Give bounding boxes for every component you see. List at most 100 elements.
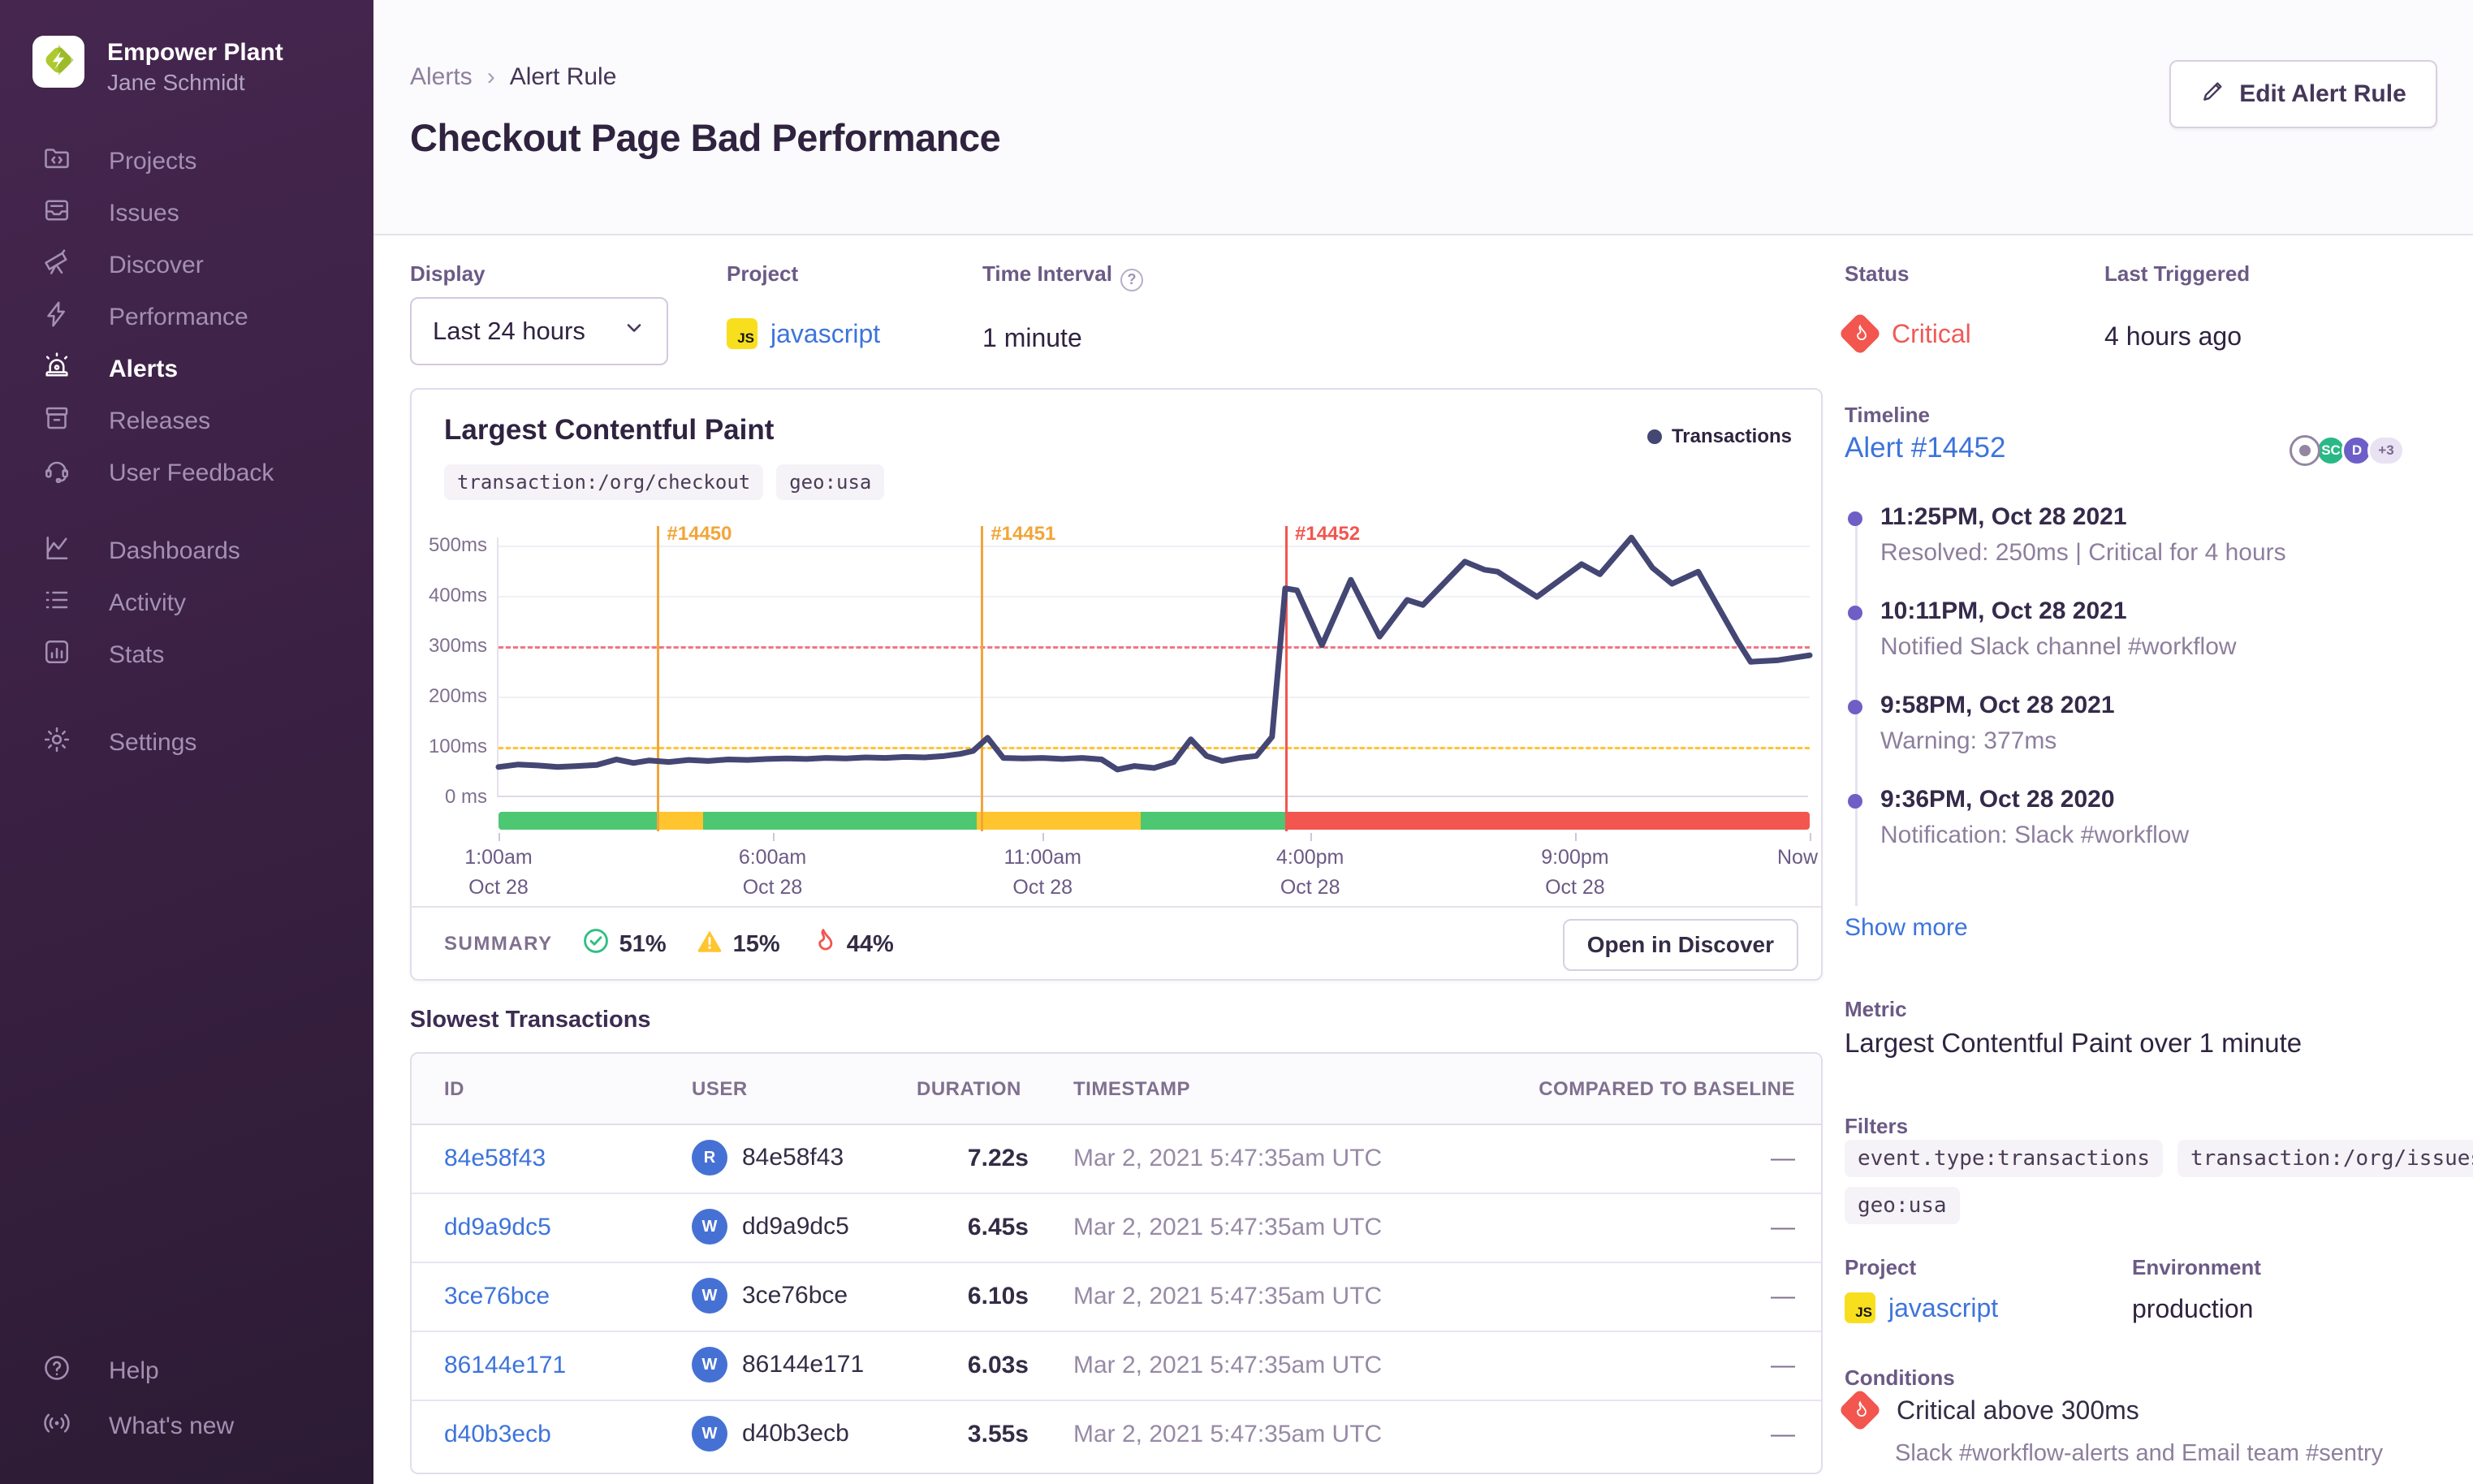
y-axis-tick-label: 300ms: [428, 635, 487, 657]
condition-title: Critical above 300ms: [1897, 1395, 2139, 1425]
timeline-dot-icon: [1848, 606, 1862, 620]
legend-label: Transactions: [1671, 425, 1792, 447]
issues-icon: [42, 196, 71, 231]
table-row[interactable]: 86144e171 W 86144e171 6.03s Mar 2, 2021 5…: [412, 1332, 1821, 1401]
sidebar-item-label: Help: [109, 1357, 159, 1384]
sidebar-item-projects[interactable]: Projects: [0, 138, 373, 185]
chart-title: Largest Contentful Paint: [444, 414, 775, 446]
col-id: ID: [444, 1078, 464, 1100]
sidebar-item-activity[interactable]: Activity: [0, 580, 373, 627]
sidebar-item-dashboards[interactable]: Dashboards: [0, 528, 373, 575]
avatar-stack[interactable]: SC D +3: [2290, 435, 2405, 466]
timeline-event-desc: Resolved: 250ms | Critical for 4 hours: [1880, 539, 2286, 566]
chevron-down-icon: [623, 317, 645, 346]
status-segment: [1141, 812, 1288, 830]
javascript-platform-icon: JS: [1845, 1292, 1875, 1323]
summary-good-value: 51%: [619, 930, 667, 957]
baseline-cell: —: [1771, 1421, 1795, 1447]
breadcrumb-alerts[interactable]: Alerts: [410, 63, 473, 91]
project-value[interactable]: JS javascript: [727, 318, 880, 349]
edit-alert-rule-button[interactable]: Edit Alert Rule: [2169, 60, 2437, 128]
sidebar-item-discover[interactable]: Discover: [0, 242, 373, 289]
y-axis-tick-label: 100ms: [428, 736, 487, 757]
performance-icon: [42, 300, 71, 335]
timeline-event-desc: Notification: Slack #workflow: [1880, 822, 2190, 848]
transaction-id-link[interactable]: 84e58f43: [444, 1145, 546, 1172]
table-row[interactable]: 3ce76bce W 3ce76bce 6.10s Mar 2, 2021 5:4…: [412, 1263, 1821, 1332]
transaction-id-link[interactable]: 86144e171: [444, 1352, 566, 1379]
show-more-link[interactable]: Show more: [1845, 914, 1968, 942]
help-circle-icon[interactable]: ?: [1120, 268, 1143, 291]
timeline-dot-icon: [1848, 700, 1862, 714]
x-axis-tickmark: [1810, 833, 1811, 841]
display-label: Display: [410, 261, 486, 286]
user-name: d40b3ecb: [742, 1420, 849, 1447]
sidebar-item-label: Alerts: [109, 356, 179, 382]
panel-project-label: Project: [1845, 1255, 1917, 1279]
chart-tags: transaction:/org/checkout geo:usa: [444, 464, 885, 500]
transaction-id-link[interactable]: 3ce76bce: [444, 1283, 550, 1310]
user-name: 84e58f43: [742, 1144, 844, 1171]
panel-project-value[interactable]: JS javascript: [1845, 1292, 1998, 1323]
panel-project-link[interactable]: javascript: [1888, 1293, 1998, 1323]
chevron-right-icon: ›: [486, 63, 495, 90]
transaction-id-link[interactable]: d40b3ecb: [444, 1421, 551, 1448]
sidebar-item-issues[interactable]: Issues: [0, 190, 373, 237]
filter-geo: geo:usa: [1845, 1187, 1960, 1224]
sidebar-item-settings[interactable]: Settings: [0, 719, 373, 766]
timeline-event-time: 9:36PM, Oct 28 2020: [1880, 880, 2115, 907]
filters-label: Filters: [1845, 1114, 1909, 1138]
sidebar-item-label: What's new: [109, 1413, 235, 1439]
javascript-platform-icon: JS: [727, 318, 757, 349]
display-select[interactable]: Last 24 hours: [410, 297, 668, 365]
timestamp-cell: Mar 2, 2021 5:47:35am UTC: [1073, 1283, 1383, 1309]
sidebar-item-alerts[interactable]: Alerts: [0, 346, 373, 393]
x-axis-tick-label: 9:00pm Oct 28: [1541, 846, 1609, 899]
environment-label: Environment: [2132, 1255, 2261, 1279]
summary-good: 51%: [582, 927, 667, 961]
incident-status-bar: [498, 812, 1810, 830]
display-select-value: Last 24 hours: [433, 317, 585, 345]
sidebar-item-user-feedback[interactable]: User Feedback: [0, 450, 373, 497]
duration-cell: 6.45s: [967, 1214, 1029, 1240]
releases-icon: [42, 403, 71, 439]
open-in-discover-button[interactable]: Open in Discover: [1562, 919, 1798, 971]
org-logo[interactable]: [32, 36, 84, 88]
timeline-label: Timeline: [1845, 403, 1931, 427]
condition-actions: Slack #workflow-alerts and Email team #s…: [1895, 1440, 2384, 1466]
sidebar-item-releases[interactable]: Releases: [0, 398, 373, 445]
table-row[interactable]: d40b3ecb Wd40b3ecb 3.55s Mar 2, 2021 5:4…: [412, 1401, 1821, 1470]
project-link[interactable]: javascript: [770, 319, 880, 349]
x-axis-tick-label: 11:00am Oct 28: [1003, 846, 1081, 899]
details-panel: Timeline Alert #14452 SC D +3 11:25PM, O…: [1838, 244, 2473, 1484]
avatar: W: [692, 1347, 727, 1383]
time-interval-value: 1 minute: [982, 323, 1082, 352]
user-name: 86144e171: [742, 1351, 865, 1378]
settings-icon: [42, 725, 71, 761]
chart-footer: SUMMARY 51% 15% 44% Open in Discover: [412, 906, 1821, 981]
alert-number-link[interactable]: Alert #14452: [1845, 432, 2005, 464]
table-row[interactable]: dd9a9dc5 Wdd9a9dc5 6.45s Mar 2, 2021 5:4…: [412, 1194, 1821, 1263]
whats-new-icon: [42, 1409, 71, 1444]
org-name[interactable]: Empower Plant: [107, 39, 283, 67]
projects-icon: [42, 144, 71, 179]
sidebar-item-whats-new[interactable]: What's new: [0, 1403, 373, 1450]
discover-icon: [42, 248, 71, 283]
activity-icon: [42, 585, 71, 621]
sidebar-item-performance[interactable]: Performance: [0, 294, 373, 341]
status-segment: [1288, 812, 1810, 830]
transaction-id-link[interactable]: dd9a9dc5: [444, 1214, 551, 1241]
chart-card: Largest Contentful Paint transaction:/or…: [410, 388, 1823, 981]
help-icon: [42, 1353, 71, 1389]
status-segment: [658, 812, 703, 830]
metric-label: Metric: [1845, 997, 1907, 1021]
sidebar-item-stats[interactable]: Stats: [0, 632, 373, 679]
alert-rule-page: Empower Plant Jane Schmidt Projects Issu…: [0, 0, 2473, 1484]
col-duration: DURATION: [917, 1078, 1021, 1100]
chart-legend[interactable]: Transactions: [1647, 425, 1792, 448]
sidebar-item-label: Dashboards: [109, 537, 240, 564]
chart-plot[interactable]: 0 ms 100ms 200ms 300ms 400ms 500ms #14450 #1445…: [429, 523, 1818, 899]
table-row[interactable]: 84e58f43 R 84e58f43 7.22s Mar 2, 2021 5:4…: [412, 1125, 1821, 1194]
stats-icon: [42, 637, 71, 673]
sidebar-item-help[interactable]: Help: [0, 1348, 373, 1395]
